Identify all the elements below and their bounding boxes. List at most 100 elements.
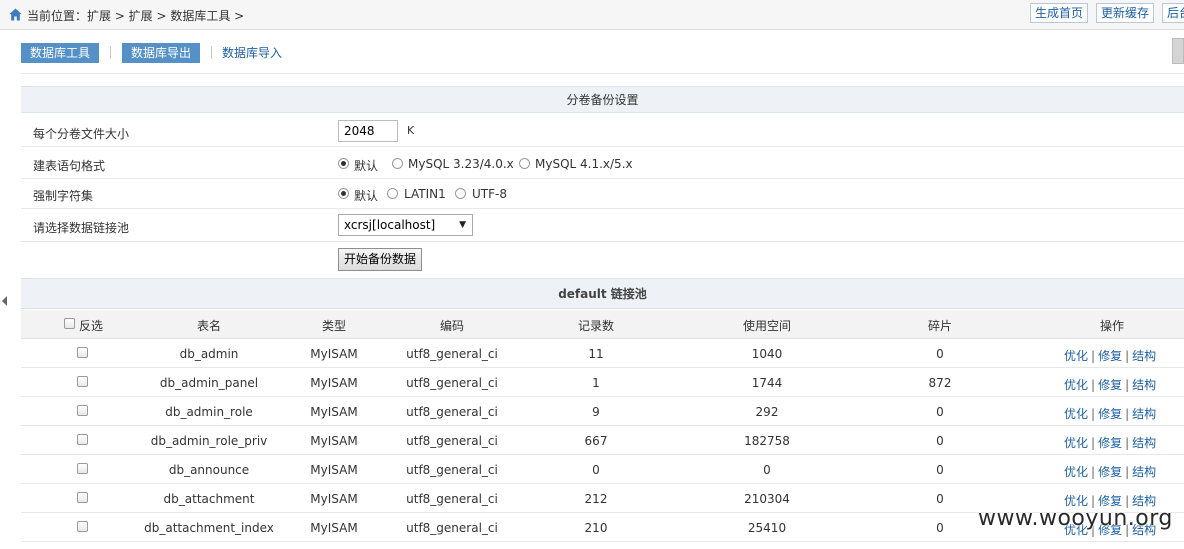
cell-fragments: 0: [936, 521, 944, 535]
backend-button[interactable]: 后台: [1162, 3, 1184, 23]
row-checkbox[interactable]: [77, 521, 88, 532]
cell-encoding: utf8_general_ci: [406, 405, 498, 419]
cell-space: 210304: [744, 492, 790, 506]
update-cache-button[interactable]: 更新缓存: [1096, 3, 1155, 23]
cell-records: 667: [584, 434, 608, 448]
table-format-default-radio[interactable]: [338, 158, 349, 169]
cell-space: 25410: [747, 521, 787, 535]
divider: [21, 73, 1184, 74]
row-checkbox[interactable]: [77, 405, 88, 416]
cell-fragments: 872: [928, 376, 952, 390]
table-header-row: 反选 表名 类型 编码 记录数 使用空间 碎片 操作: [21, 310, 1184, 339]
optimize-link[interactable]: 优化: [1064, 465, 1088, 479]
tab-database-tools[interactable]: 数据库工具: [21, 43, 100, 63]
row-checkbox[interactable]: [77, 376, 88, 387]
cell-encoding: utf8_general_ci: [406, 492, 498, 506]
pool-label: 请选择数据链接池: [33, 221, 130, 235]
header-space: 使用空间: [742, 319, 792, 333]
optimize-link[interactable]: 优化: [1064, 349, 1088, 363]
table-format-default-label: 默认: [354, 159, 379, 173]
row-checkbox[interactable]: [77, 434, 88, 445]
header-records: 记录数: [577, 319, 615, 333]
cell-fragments: 0: [936, 434, 944, 448]
tab-database-import[interactable]: 数据库导入: [222, 43, 282, 63]
repair-link[interactable]: 修复: [1098, 407, 1122, 421]
cell-table-name: db_attachment_index: [144, 521, 274, 535]
optimize-link[interactable]: 优化: [1064, 436, 1088, 450]
row-checkbox[interactable]: [77, 492, 88, 503]
charset-row: 强制字符集 默认 LATIN1 UTF-8: [21, 179, 1184, 209]
cell-fragments: 0: [936, 492, 944, 506]
home-icon[interactable]: [9, 8, 22, 21]
optimize-link[interactable]: 优化: [1064, 378, 1088, 392]
cell-encoding: utf8_general_ci: [406, 521, 498, 535]
pool-select[interactable]: xcrsj[localhost] ▼: [338, 214, 473, 236]
cell-type: MyISAM: [310, 376, 358, 390]
row-actions: 优化 | 修复 | 结构: [1064, 463, 1156, 480]
charset-latin1-radio[interactable]: [387, 188, 398, 199]
cell-table-name: db_announce: [168, 463, 250, 477]
header-encoding: 编码: [439, 319, 465, 333]
table-title: default 链接池: [21, 278, 1184, 309]
generate-homepage-button[interactable]: 生成首页: [1030, 3, 1089, 23]
table-row: db_admin_role_priv MyISAM utf8_general_c…: [21, 426, 1184, 455]
collapse-sidebar-icon[interactable]: [2, 296, 7, 306]
table-format-mysql323-radio[interactable]: [392, 158, 403, 169]
cell-table-name: db_admin_role_priv: [150, 434, 268, 448]
cell-table-name: db_admin_panel: [159, 376, 259, 390]
tab-divider: [211, 46, 212, 59]
table-format-row: 建表语句格式 默认 MySQL 3.23/4.0.x MySQL 4.1.x/5…: [21, 147, 1184, 179]
header-actions: 操作: [1099, 319, 1125, 333]
cell-records: 11: [588, 347, 604, 361]
row-checkbox[interactable]: [77, 463, 88, 474]
cell-encoding: utf8_general_ci: [406, 347, 498, 361]
structure-link[interactable]: 结构: [1132, 465, 1156, 479]
panel-toggle-handle[interactable]: [1172, 38, 1184, 64]
tab-database-export[interactable]: 数据库导出: [122, 43, 201, 63]
tab-divider: [110, 46, 111, 59]
cell-records: 210: [584, 521, 608, 535]
action-divider: |: [1125, 436, 1130, 450]
table-format-mysql41-radio[interactable]: [519, 158, 530, 169]
row-checkbox[interactable]: [77, 347, 88, 358]
structure-link[interactable]: 结构: [1132, 407, 1156, 421]
table-format-mysql323-label: MySQL 3.23/4.0.x: [408, 157, 514, 171]
action-divider: |: [1125, 378, 1130, 392]
cell-type: MyISAM: [310, 463, 358, 477]
repair-link[interactable]: 修复: [1098, 349, 1122, 363]
repair-link[interactable]: 修复: [1098, 465, 1122, 479]
cell-type: MyISAM: [310, 521, 358, 535]
table-row: db_admin_role MyISAM utf8_general_ci 9 2…: [21, 397, 1184, 426]
action-divider: |: [1091, 407, 1096, 421]
action-divider: |: [1125, 465, 1130, 479]
cell-records: 212: [584, 492, 608, 506]
header-fragments: 碎片: [927, 319, 953, 333]
cell-type: MyISAM: [310, 405, 358, 419]
charset-utf8-label: UTF-8: [472, 187, 507, 201]
cell-table-name: db_attachment: [163, 492, 255, 506]
charset-default-radio[interactable]: [338, 188, 349, 199]
optimize-link[interactable]: 优化: [1064, 407, 1088, 421]
cell-type: MyISAM: [310, 434, 358, 448]
pool-row: 请选择数据链接池 xcrsj[localhost] ▼: [21, 209, 1184, 242]
repair-link[interactable]: 修复: [1098, 436, 1122, 450]
cell-encoding: utf8_general_ci: [406, 463, 498, 477]
backup-settings-header: 分卷备份设置: [21, 86, 1184, 113]
start-backup-button[interactable]: 开始备份数据: [338, 248, 423, 271]
invert-select-checkbox[interactable]: [64, 318, 75, 329]
watermark: www.wooyun.org: [978, 506, 1173, 531]
action-divider: |: [1125, 407, 1130, 421]
cell-space: 1040: [751, 347, 783, 361]
repair-link[interactable]: 修复: [1098, 378, 1122, 392]
structure-link[interactable]: 结构: [1132, 378, 1156, 392]
action-divider: |: [1091, 436, 1096, 450]
table-format-label: 建表语句格式: [33, 159, 106, 173]
action-divider: |: [1091, 465, 1096, 479]
charset-utf8-radio[interactable]: [455, 188, 466, 199]
structure-link[interactable]: 结构: [1132, 436, 1156, 450]
row-actions: 优化 | 修复 | 结构: [1064, 347, 1156, 364]
cell-records: 9: [592, 405, 600, 419]
volume-size-row: 每个分卷文件大小 K: [21, 114, 1184, 147]
structure-link[interactable]: 结构: [1132, 349, 1156, 363]
volume-size-input[interactable]: [338, 120, 398, 142]
